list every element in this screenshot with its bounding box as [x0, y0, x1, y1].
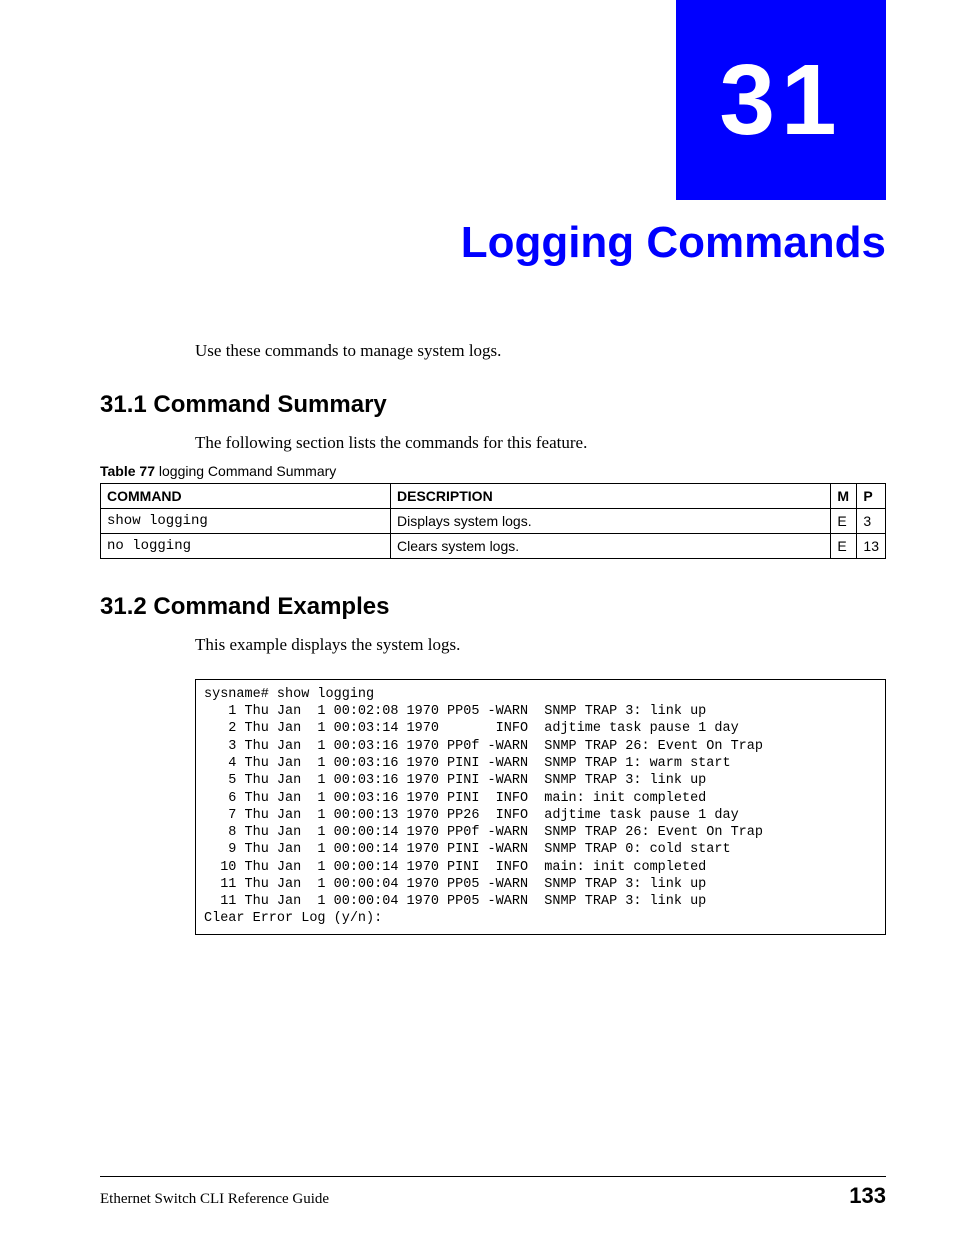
chapter-number: 31 [719, 43, 842, 158]
footer-page-number: 133 [849, 1183, 886, 1209]
table-caption: Table 77 logging Command Summary [100, 463, 886, 479]
table-header-row: COMMAND DESCRIPTION M P [101, 483, 886, 508]
section-2-text: This example displays the system logs. [195, 635, 886, 655]
section-2-heading: 31.2 Command Examples [100, 593, 886, 621]
page-footer: Ethernet Switch CLI Reference Guide 133 [100, 1176, 886, 1209]
cell-command: show logging [101, 508, 391, 533]
table-row: show logging Displays system logs. E 3 [101, 508, 886, 533]
header-p: P [857, 483, 886, 508]
table-caption-label: Table 77 [100, 463, 155, 479]
header-m: M [831, 483, 857, 508]
cell-p: 3 [857, 508, 886, 533]
cell-p: 13 [857, 533, 886, 558]
section-1-text: The following section lists the commands… [195, 433, 886, 453]
header-description: DESCRIPTION [391, 483, 831, 508]
cell-description: Clears system logs. [391, 533, 831, 558]
header-command: COMMAND [101, 483, 391, 508]
cell-command: no logging [101, 533, 391, 558]
example-output: sysname# show logging 1 Thu Jan 1 00:02:… [195, 679, 886, 935]
chapter-title: Logging Commands [165, 218, 886, 268]
table-row: no logging Clears system logs. E 13 [101, 533, 886, 558]
command-summary-table: COMMAND DESCRIPTION M P show logging Dis… [100, 483, 886, 559]
footer-doc-title: Ethernet Switch CLI Reference Guide [100, 1191, 329, 1208]
section-1-heading: 31.1 Command Summary [100, 391, 886, 419]
cell-m: E [831, 533, 857, 558]
chapter-number-box: 31 [676, 0, 886, 200]
page-body: Use these commands to manage system logs… [100, 340, 886, 935]
table-caption-text: logging Command Summary [155, 463, 336, 479]
cell-description: Displays system logs. [391, 508, 831, 533]
cell-m: E [831, 508, 857, 533]
chapter-intro: Use these commands to manage system logs… [195, 340, 886, 363]
